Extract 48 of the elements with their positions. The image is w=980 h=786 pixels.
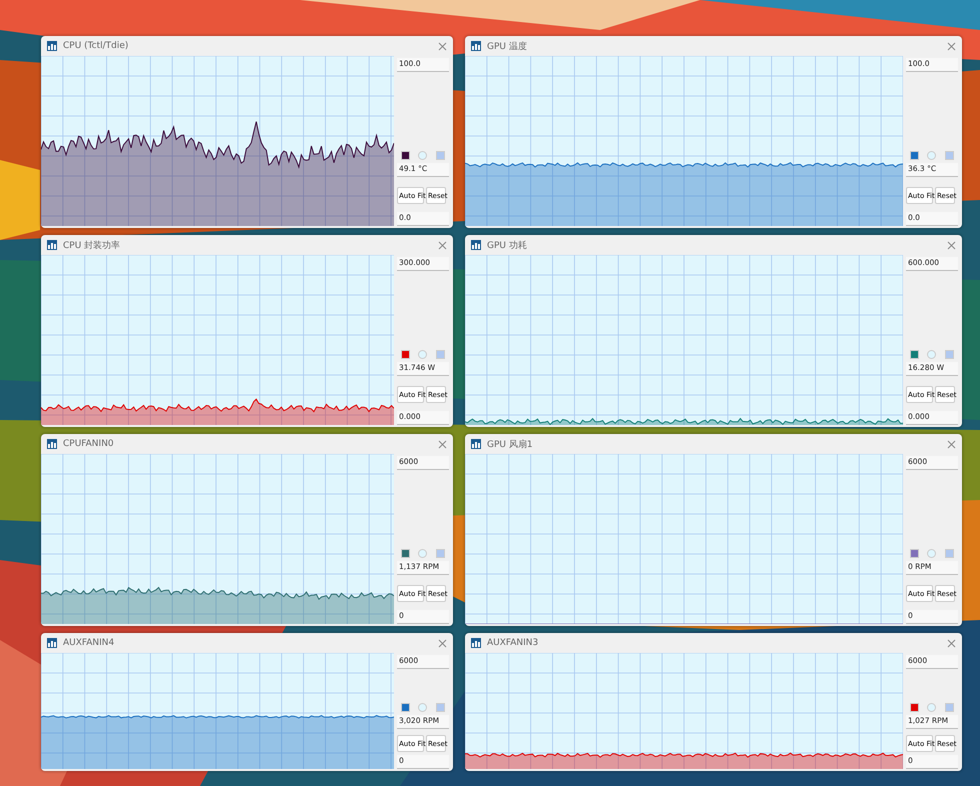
background-color-swatch[interactable] <box>418 549 428 558</box>
line-color-swatch[interactable] <box>910 350 920 359</box>
window-title: CPU (Tctl/Tdie) <box>63 41 130 51</box>
grid-color-swatch[interactable] <box>436 703 445 712</box>
close-icon[interactable] <box>438 440 447 448</box>
window-title: CPU 封装功率 <box>63 240 122 252</box>
grid-color-swatch[interactable] <box>944 703 954 712</box>
line-color-swatch[interactable] <box>910 151 920 160</box>
window-title: GPU 功耗 <box>487 240 528 252</box>
grid-color-swatch[interactable] <box>944 151 954 160</box>
close-icon[interactable] <box>438 638 447 648</box>
grid-color-swatch[interactable] <box>436 350 445 359</box>
window-title: AUXFANIN4 <box>63 638 116 648</box>
bar-chart-icon <box>471 638 481 648</box>
grid-color-swatch[interactable] <box>436 151 445 160</box>
window-title: AUXFANIN3 <box>487 638 540 648</box>
close-icon[interactable] <box>438 42 447 50</box>
line-color-swatch[interactable] <box>401 549 410 558</box>
close-icon[interactable] <box>947 638 956 648</box>
bar-chart-icon <box>47 240 57 250</box>
line-color-swatch[interactable] <box>401 350 410 359</box>
background-color-swatch[interactable] <box>927 151 936 160</box>
bar-chart-icon <box>47 41 57 51</box>
window-title: GPU 温度 <box>487 40 528 52</box>
window-title: CPUFANIN0 <box>63 439 115 449</box>
grid-color-swatch[interactable] <box>436 549 445 558</box>
background-color-swatch[interactable] <box>927 549 936 558</box>
line-color-swatch[interactable] <box>401 703 410 712</box>
bar-chart-icon <box>47 638 57 648</box>
bar-chart-icon <box>471 240 481 250</box>
line-color-swatch[interactable] <box>401 151 410 160</box>
background-color-swatch[interactable] <box>418 151 428 160</box>
close-icon[interactable] <box>947 240 956 250</box>
line-color-swatch[interactable] <box>910 549 920 558</box>
window-title: GPU 风扇1 <box>487 438 534 450</box>
bar-chart-icon <box>471 439 481 449</box>
background-color-swatch[interactable] <box>418 350 428 359</box>
background-color-swatch[interactable] <box>927 350 936 359</box>
grid-color-swatch[interactable] <box>944 350 954 359</box>
close-icon[interactable] <box>947 42 956 50</box>
bar-chart-icon <box>471 41 481 51</box>
close-icon[interactable] <box>438 240 447 250</box>
grid-color-swatch[interactable] <box>944 549 954 558</box>
bar-chart-icon <box>47 439 57 449</box>
background-color-swatch[interactable] <box>927 703 936 712</box>
line-color-swatch[interactable] <box>910 703 920 712</box>
background-color-swatch[interactable] <box>418 703 428 712</box>
close-icon[interactable] <box>947 440 956 448</box>
